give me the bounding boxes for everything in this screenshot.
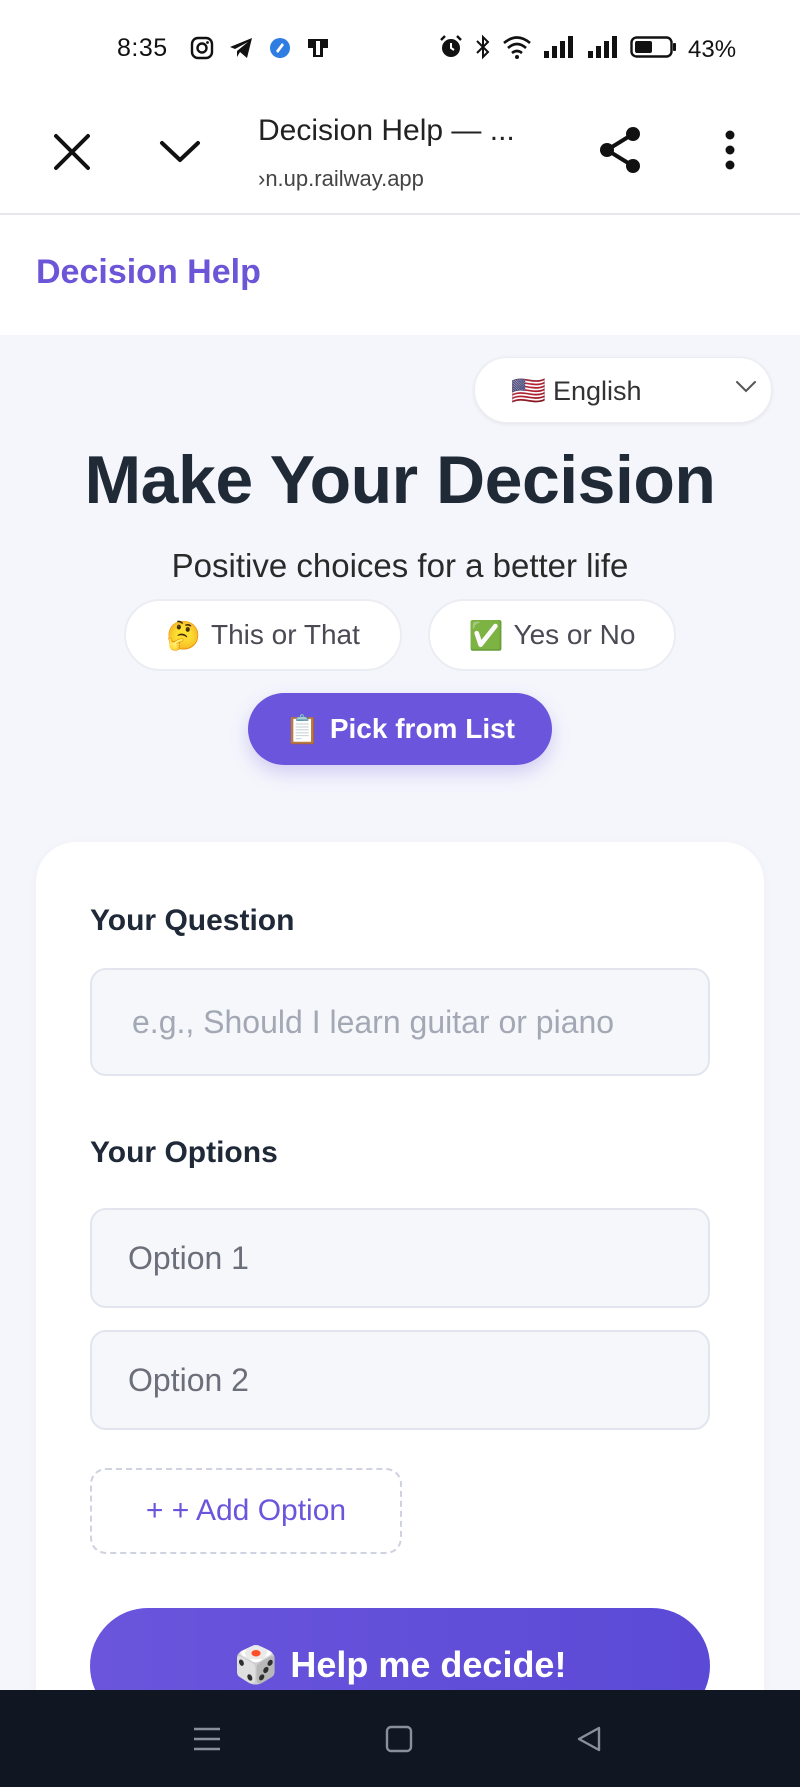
hero-title: Make Your Decision	[84, 442, 716, 518]
thinking-face-icon: 🤔	[166, 619, 201, 651]
instagram-icon	[190, 36, 214, 65]
question-input[interactable]	[90, 968, 710, 1076]
battery-icon	[630, 35, 678, 64]
mode-label: Yes or No	[513, 619, 636, 650]
close-icon	[52, 132, 92, 177]
menu-icon	[192, 1725, 222, 1758]
brand-logo[interactable]: Decision Help	[36, 253, 261, 292]
question-label: Your Question	[90, 904, 295, 937]
battery-percent: 43%	[688, 35, 737, 63]
more-vertical-icon	[724, 129, 736, 176]
telegram-icon	[228, 36, 254, 65]
language-label: English	[553, 376, 642, 406]
status-time: 8:35	[117, 34, 168, 62]
main-content: 🇺🇸 English Make Your Decision Positive c…	[0, 335, 800, 1742]
system-nav-bar	[0, 1690, 800, 1787]
page-url[interactable]: ›n.up.railway.app	[258, 166, 424, 192]
square-icon	[385, 1725, 413, 1758]
back-button[interactable]	[564, 1716, 614, 1766]
signal-icon	[542, 35, 576, 64]
decide-label: Help me decide!	[290, 1644, 567, 1685]
hero-subtitle: Positive choices for a better life	[171, 547, 629, 584]
status-app-icons	[190, 36, 330, 65]
option-1-input[interactable]	[90, 1208, 710, 1308]
app-icon	[268, 36, 292, 65]
minimize-button[interactable]	[152, 126, 208, 182]
share-button[interactable]	[592, 122, 648, 182]
add-option-button[interactable]: + + Add Option	[90, 1468, 402, 1554]
notification-icon	[306, 36, 330, 65]
bluetooth-icon	[474, 34, 492, 65]
chevron-down-icon	[735, 380, 757, 399]
status-bar: 8:35 43%	[0, 0, 800, 100]
us-flag-icon: 🇺🇸	[511, 375, 546, 406]
share-icon	[598, 126, 642, 179]
dice-icon: 🎲	[233, 1644, 279, 1685]
status-system-icons: 43%	[438, 34, 736, 65]
browser-toolbar: Decision Help — ... ›n.up.railway.app	[0, 100, 800, 215]
signal-icon	[586, 35, 620, 64]
home-button[interactable]	[374, 1716, 424, 1766]
wifi-icon	[502, 35, 532, 64]
clipboard-icon: 📋	[284, 713, 320, 745]
back-triangle-icon	[575, 1725, 603, 1758]
decision-form-card: Your Question Your Options + + Add Optio…	[36, 842, 764, 1742]
site-header: Decision Help	[0, 217, 800, 335]
mode-label: Pick from List	[329, 713, 516, 744]
language-select[interactable]: 🇺🇸 English	[474, 357, 772, 423]
close-button[interactable]	[44, 126, 100, 182]
page-title: Decision Help — ...	[258, 114, 515, 147]
mode-pick-from-list-button[interactable]: 📋 Pick from List	[248, 693, 552, 765]
option-2-input[interactable]	[90, 1330, 710, 1430]
more-options-button[interactable]	[702, 122, 758, 182]
options-label: Your Options	[90, 1136, 278, 1169]
check-mark-icon: ✅	[468, 619, 504, 651]
recent-apps-button[interactable]	[182, 1716, 232, 1766]
chevron-down-icon	[159, 140, 201, 169]
alarm-icon	[438, 34, 464, 65]
mode-label: This or That	[211, 619, 360, 650]
mode-this-or-that-button[interactable]: 🤔 This or That	[124, 599, 402, 671]
mode-yes-or-no-button[interactable]: ✅ Yes or No	[428, 599, 676, 671]
